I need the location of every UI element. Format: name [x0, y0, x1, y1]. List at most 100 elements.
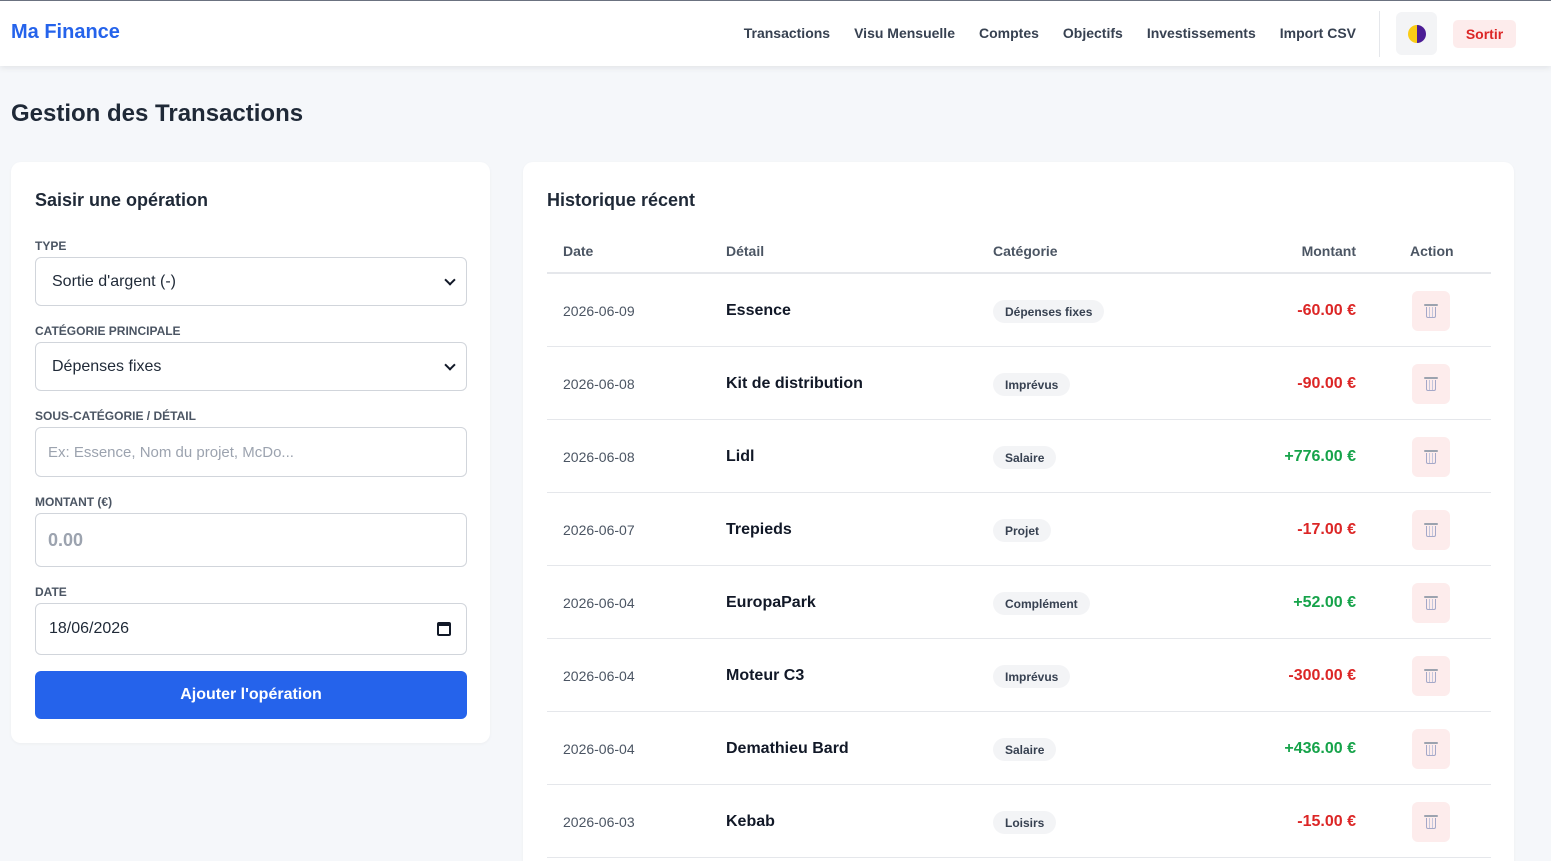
trash-icon — [1424, 815, 1438, 829]
table-row: 2026-06-08 Lidl Salaire +776.00 € — [547, 420, 1491, 493]
category-badge: Salaire — [993, 446, 1057, 469]
row-amount: -17.00 € — [1297, 521, 1356, 538]
row-amount: +776.00 € — [1284, 448, 1356, 465]
history-card: Historique récent Date Détail Catégorie … — [523, 162, 1514, 861]
category-badge: Imprévus — [993, 665, 1071, 688]
nav-item-transactions[interactable]: Transactions — [744, 25, 830, 41]
row-detail: Lidl — [726, 448, 755, 465]
table-row: 2026-06-08 Kit de distribution Imprévus -90… — [547, 347, 1491, 420]
category-label: CATÉGORIE PRINCIPALE — [35, 324, 181, 338]
row-date: 2026-06-03 — [563, 814, 635, 830]
top-navbar: Ma Finance Transactions Visu Mensuelle C… — [0, 0, 1551, 66]
delete-button[interactable] — [1412, 291, 1450, 331]
delete-button[interactable] — [1412, 729, 1450, 769]
trash-icon — [1424, 596, 1438, 610]
logout-button[interactable]: Sortir — [1453, 20, 1516, 48]
trash-icon — [1424, 450, 1438, 464]
category-badge: Complément — [993, 592, 1090, 615]
category-select[interactable]: Dépenses fixes — [35, 342, 467, 391]
theme-toggle-icon — [1407, 24, 1426, 43]
delete-button[interactable] — [1412, 437, 1450, 477]
row-amount: -60.00 € — [1297, 302, 1356, 319]
category-badge: Projet — [993, 519, 1052, 542]
nav-item-visu-mensuelle[interactable]: Visu Mensuelle — [854, 25, 955, 41]
type-select-value: Sortie d'argent (-) — [52, 272, 176, 290]
column-header-detail: Détail — [726, 243, 765, 259]
table-row: 2026-06-09 Essence Dépenses fixes -60.00 € — [547, 274, 1491, 347]
trash-icon — [1424, 304, 1438, 318]
nav-item-investissements[interactable]: Investissements — [1147, 25, 1256, 41]
subcategory-input[interactable]: Ex: Essence, Nom du projet, McDo... — [35, 427, 467, 477]
subcategory-label: SOUS-CATÉGORIE / DÉTAIL — [35, 409, 196, 423]
brand-logo[interactable]: Ma Finance — [11, 21, 120, 44]
category-badge: Imprévus — [993, 373, 1071, 396]
form-title: Saisir une opération — [35, 190, 209, 210]
table-row: 2026-06-04 Demathieu Bard Salaire +436.00 € — [547, 712, 1491, 785]
nav-item-objectifs[interactable]: Objectifs — [1063, 25, 1123, 41]
calendar-icon[interactable] — [437, 622, 451, 636]
amount-placeholder: 0.00 — [48, 529, 84, 550]
add-operation-button[interactable]: Ajouter l'opération — [35, 671, 467, 719]
type-select[interactable]: Sortie d'argent (-) — [35, 257, 467, 306]
row-detail: Trepieds — [726, 521, 792, 538]
trash-icon — [1424, 669, 1438, 683]
row-amount: +436.00 € — [1284, 740, 1356, 757]
table-header: Date Détail Catégorie Montant Action — [547, 232, 1491, 274]
table-row: 2026-06-04 EuropaPark Complément +52.00 € — [547, 566, 1491, 639]
chevron-down-icon — [444, 358, 456, 371]
date-value: 18/06/2026 — [49, 620, 130, 637]
row-amount: +52.00 € — [1293, 594, 1356, 611]
row-detail: Kit de distribution — [726, 375, 863, 392]
table-body: 2026-06-09 Essence Dépenses fixes -60.00 €2… — [547, 274, 1491, 858]
history-title: Historique récent — [547, 190, 696, 210]
nav-item-comptes[interactable]: Comptes — [979, 25, 1039, 41]
row-date: 2026-06-09 — [563, 303, 635, 319]
history-table: Date Détail Catégorie Montant Action 202… — [547, 232, 1491, 858]
row-amount: -300.00 € — [1288, 667, 1356, 684]
delete-button[interactable] — [1412, 656, 1450, 696]
page-title: Gestion des Transactions — [11, 100, 304, 127]
date-label: DATE — [35, 585, 67, 599]
date-input[interactable]: 18/06/2026 — [35, 603, 467, 655]
row-detail: Moteur C3 — [726, 667, 805, 684]
category-badge: Loisirs — [993, 811, 1057, 834]
category-badge: Salaire — [993, 738, 1057, 761]
trash-icon — [1424, 523, 1438, 537]
amount-label: MONTANT (€) — [35, 495, 113, 509]
row-date: 2026-06-04 — [563, 741, 635, 757]
row-date: 2026-06-04 — [563, 668, 635, 684]
delete-button[interactable] — [1412, 583, 1450, 623]
operation-form-card: Saisir une opération TYPE Sortie d'argen… — [11, 162, 490, 743]
trash-icon — [1424, 377, 1438, 391]
subcategory-placeholder: Ex: Essence, Nom du projet, McDo... — [48, 443, 294, 461]
nav-item-import-csv[interactable]: Import CSV — [1280, 25, 1356, 41]
delete-button[interactable] — [1412, 802, 1450, 842]
delete-button[interactable] — [1412, 510, 1450, 550]
nav-links: Transactions Visu Mensuelle Comptes Obje… — [744, 25, 1356, 41]
row-detail: Demathieu Bard — [726, 740, 849, 757]
chevron-down-icon — [444, 273, 456, 286]
delete-button[interactable] — [1412, 364, 1450, 404]
nav-divider — [1379, 11, 1380, 57]
row-amount: -15.00 € — [1297, 813, 1356, 830]
category-select-value: Dépenses fixes — [52, 357, 162, 375]
type-label: TYPE — [35, 239, 67, 253]
row-detail: EuropaPark — [726, 594, 816, 611]
column-header-amount: Montant — [1301, 243, 1356, 259]
row-date: 2026-06-07 — [563, 522, 635, 538]
row-date: 2026-06-08 — [563, 449, 635, 465]
amount-input[interactable]: 0.00 — [35, 513, 467, 567]
category-badge: Dépenses fixes — [993, 300, 1105, 323]
row-date: 2026-06-04 — [563, 595, 635, 611]
theme-toggle-button[interactable] — [1396, 12, 1437, 55]
row-detail: Kebab — [726, 813, 775, 830]
row-date: 2026-06-08 — [563, 376, 635, 392]
row-amount: -90.00 € — [1297, 375, 1356, 392]
table-row: 2026-06-07 Trepieds Projet -17.00 € — [547, 493, 1491, 566]
column-header-action: Action — [1410, 243, 1454, 259]
trash-icon — [1424, 742, 1438, 756]
table-row: 2026-06-04 Moteur C3 Imprévus -300.00 € — [547, 639, 1491, 712]
row-detail: Essence — [726, 302, 791, 319]
table-row: 2026-06-03 Kebab Loisirs -15.00 € — [547, 785, 1491, 858]
column-header-date: Date — [563, 243, 594, 259]
